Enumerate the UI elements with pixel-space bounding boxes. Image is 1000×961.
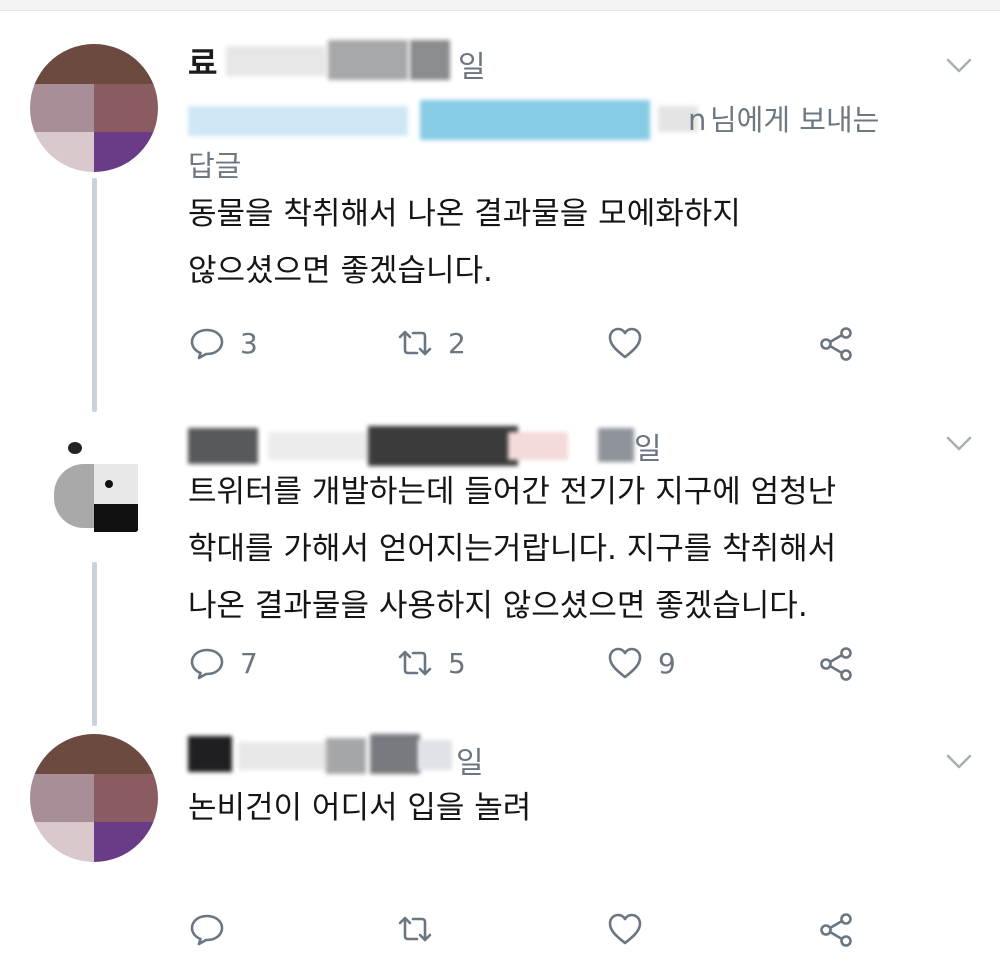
tweet-text: 트위터를 개발하는데 들어간 전기가 지구에 엄청난 학대를 가해서 얻어지는거…	[188, 464, 836, 635]
tweet-text-line: 동물을 착취해서 나온 결과물을 모에화하지	[188, 196, 741, 232]
tweet-time: 일	[634, 432, 662, 467]
reply-to-label: 님에게 보내는	[710, 103, 880, 137]
retweet-icon	[398, 330, 432, 356]
like-icon	[608, 327, 642, 359]
tweet-text: 논비건이 어디서 입을 놀려	[188, 780, 531, 837]
reply-button[interactable]: 7	[188, 640, 258, 686]
avatar[interactable]	[30, 734, 158, 862]
like-button[interactable]: 9	[606, 640, 676, 686]
retweet-icon	[398, 916, 432, 942]
like-count: 9	[658, 646, 676, 680]
retweet-button[interactable]: 2	[396, 320, 466, 366]
like-icon	[608, 647, 642, 679]
user-name[interactable]	[188, 732, 458, 780]
share-button[interactable]	[818, 906, 856, 952]
reply-count: 3	[240, 326, 258, 360]
user-name-fragment: 료	[188, 44, 218, 82]
retweet-icon	[398, 650, 432, 676]
reply-count: 7	[240, 646, 258, 680]
like-icon	[608, 913, 642, 945]
retweet-button[interactable]	[396, 906, 434, 952]
reply-icon	[190, 328, 224, 360]
tweet[interactable]: 일 트위터를 개발하는데 들어간 전기가 지구에 엄청난 학대를 가해서 얻어지…	[0, 400, 1000, 720]
retweet-count: 2	[448, 326, 466, 360]
reply-to-label-line2: 답글	[188, 149, 242, 183]
tweet-actions: 3 2	[188, 320, 888, 366]
chevron-down-icon[interactable]	[942, 48, 976, 82]
tweet-text-line: 않으셨으면 좋겠습니다.	[188, 253, 493, 289]
tweet-time: 일	[456, 746, 484, 781]
share-icon	[820, 327, 852, 361]
tweet-actions	[188, 906, 888, 952]
tweet-text-line: 논비건이 어디서 입을 놀려	[188, 790, 532, 826]
user-name[interactable]: 료	[188, 38, 488, 86]
reply-button[interactable]	[188, 906, 226, 952]
tweet-text: 동물을 착취해서 나온 결과물을 모에화하지 않으셨으면 좋겠습니다.	[188, 186, 741, 300]
chevron-down-icon[interactable]	[942, 744, 976, 778]
tweet[interactable]: 일 논비건이 어디서 입을 놀려	[0, 720, 1000, 961]
reply-to-handle-suffix: n	[688, 103, 707, 137]
reply-button[interactable]: 3	[188, 320, 258, 366]
tweet-text-line: 트위터를 개발하는데 들어간 전기가 지구에 엄청난	[188, 474, 837, 510]
share-button[interactable]	[818, 320, 856, 366]
share-icon	[820, 913, 852, 947]
share-icon	[820, 647, 852, 681]
tweet-actions: 7 5 9	[188, 640, 888, 686]
tweet-text-line: 학대를 가해서 얻어지는거랍니다. 지구를 착취해서	[188, 531, 837, 567]
avatar[interactable]	[30, 420, 158, 548]
retweet-count: 5	[448, 646, 466, 680]
avatar[interactable]	[30, 44, 158, 172]
retweet-button[interactable]: 5	[396, 640, 466, 686]
chevron-down-icon[interactable]	[942, 426, 976, 460]
user-name[interactable]	[188, 422, 648, 470]
reply-icon	[190, 914, 224, 946]
reply-to[interactable]: n 님에게 보내는 답글	[188, 96, 948, 192]
tweet[interactable]: 료 일 n 님에게 보내는 답글 동물을 착취해서 나온 결과물을 모에화하지 …	[0, 0, 1000, 400]
share-button[interactable]	[818, 640, 856, 686]
like-button[interactable]	[606, 906, 644, 952]
tweet-time: 일	[458, 50, 486, 85]
like-button[interactable]	[606, 320, 658, 366]
reply-icon	[190, 648, 224, 680]
tweet-text-line: 나온 결과물을 사용하지 않으셨으면 좋겠습니다.	[188, 588, 808, 624]
